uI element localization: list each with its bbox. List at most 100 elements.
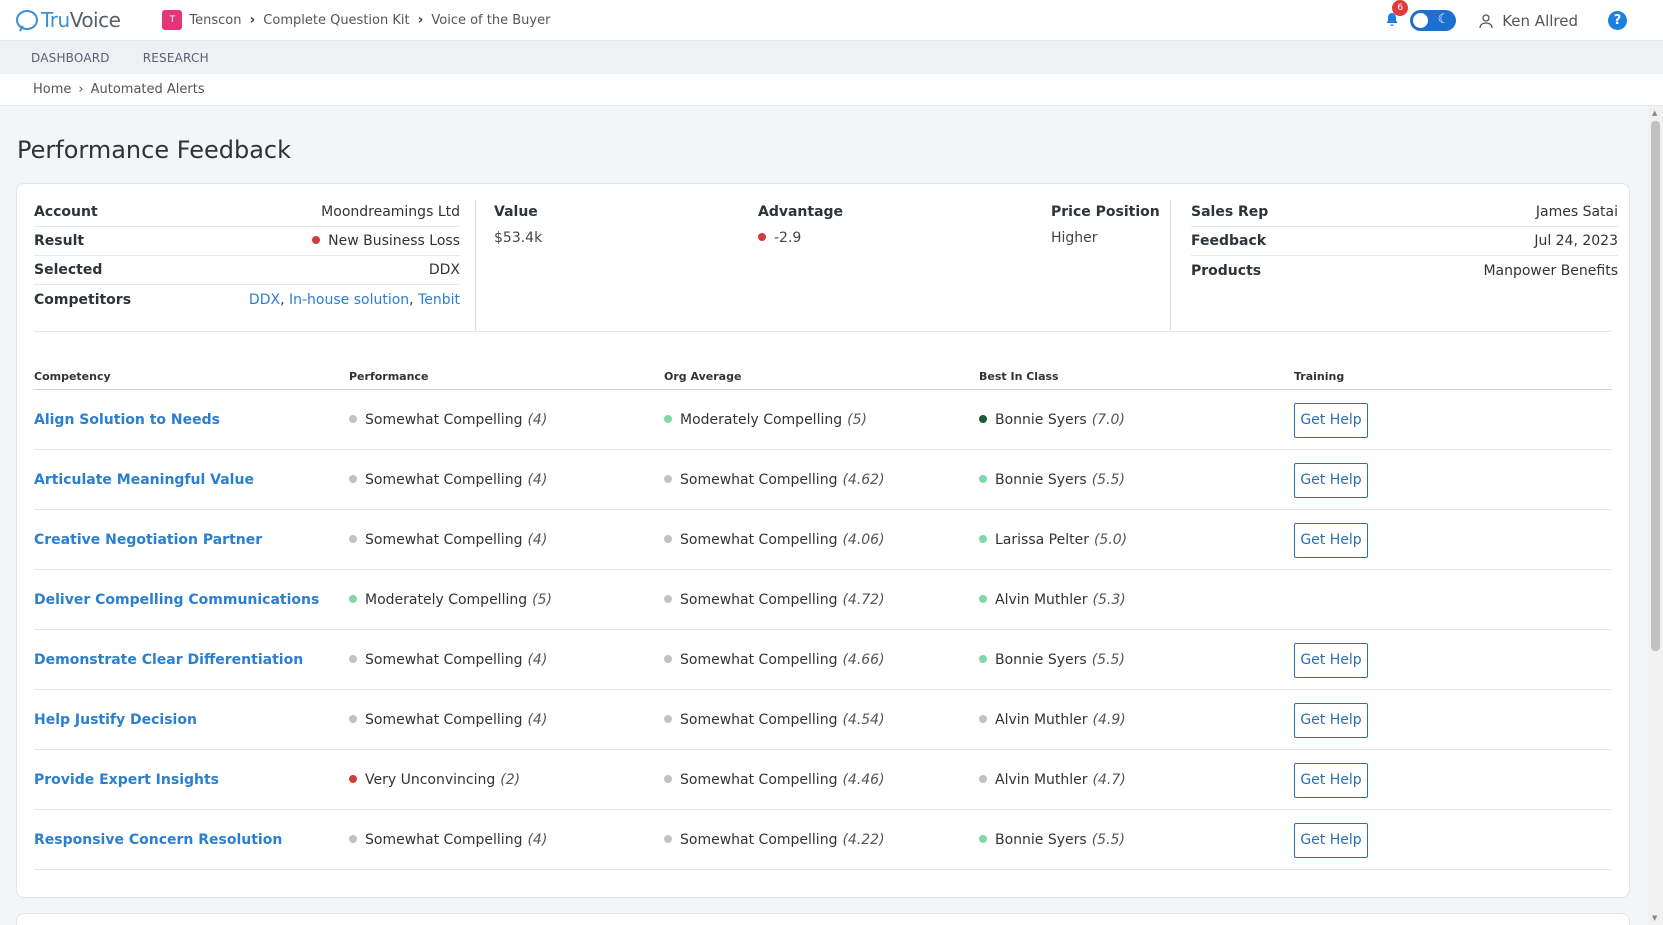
brand-name: TruVoice xyxy=(41,8,121,32)
competency-link[interactable]: Demonstrate Clear Differentiation xyxy=(34,652,303,668)
get-help-button[interactable]: Get Help xyxy=(1294,702,1368,738)
competency-link[interactable]: Creative Negotiation Partner xyxy=(34,532,262,548)
top-bar: TruVoice T Tenscon › Complete Question K… xyxy=(0,0,1663,41)
competitor-link[interactable]: Tenbit xyxy=(418,292,460,308)
sales-rep-link[interactable]: James Satai xyxy=(1536,204,1618,220)
best-in-class-name: Alvin Muthler xyxy=(995,592,1088,608)
nav-dashboard[interactable]: DASHBOARD xyxy=(31,51,110,65)
competency-cell: Articulate Meaningful Value xyxy=(34,450,254,510)
nav-research[interactable]: RESEARCH xyxy=(143,51,209,65)
scroll-thumb[interactable] xyxy=(1651,121,1660,651)
best-in-class-score: (5.3) xyxy=(1092,592,1126,608)
get-help-button[interactable]: Get Help xyxy=(1294,462,1368,498)
feedback-date-link[interactable]: Jul 24, 2023 xyxy=(1534,233,1618,249)
performance-dot xyxy=(349,835,357,843)
chevron-right-icon: › xyxy=(78,82,84,97)
advantage-value: -2.9 xyxy=(774,230,802,246)
get-help-button[interactable]: Get Help xyxy=(1294,822,1368,858)
best-in-class-cell: Bonnie Syers (7.0) xyxy=(979,390,1125,450)
performance-cell: Somewhat Compelling (4) xyxy=(349,450,547,510)
training-cell: Get Help xyxy=(1294,690,1368,750)
competency-link[interactable]: Articulate Meaningful Value xyxy=(34,472,254,488)
performance-value: Somewhat Compelling xyxy=(365,832,523,848)
deal-info: Account Moondreamings Ltd Result New Bus… xyxy=(34,198,460,314)
org-average-dot xyxy=(664,775,672,783)
performance-value: Somewhat Compelling xyxy=(365,412,523,428)
org-average-cell: Somewhat Compelling (4.62) xyxy=(664,450,885,510)
best-in-class-cell: Alvin Muthler (4.7) xyxy=(979,750,1126,810)
performance-value: Very Unconvincing xyxy=(365,772,496,788)
account-value: Moondreamings Ltd xyxy=(321,204,460,220)
performance-score: (5) xyxy=(532,592,552,608)
chevron-right-icon: › xyxy=(249,12,256,28)
org-average-dot xyxy=(664,835,672,843)
crumb-kit[interactable]: Complete Question Kit xyxy=(263,13,409,28)
performance-cell: Somewhat Compelling (4) xyxy=(349,630,547,690)
value-metric: Value $53.4k xyxy=(494,204,542,246)
main-nav: DASHBOARD RESEARCH xyxy=(0,41,1663,74)
table-row: Creative Negotiation Partner Somewhat Com… xyxy=(34,510,1612,570)
speech-bubble-icon xyxy=(16,10,38,30)
org-average-score: (4.62) xyxy=(842,472,885,488)
org-average-value: Somewhat Compelling xyxy=(680,592,838,608)
training-cell: Get Help xyxy=(1294,510,1368,570)
competency-link[interactable]: Deliver Compelling Communications xyxy=(34,592,319,608)
breadcrumb-home[interactable]: Home xyxy=(33,82,71,97)
scrollbar[interactable]: ▲ ▼ xyxy=(1648,106,1663,925)
performance-value: Moderately Compelling xyxy=(365,592,528,608)
crumb-voice[interactable]: Voice of the Buyer xyxy=(431,13,550,28)
competency-link[interactable]: Help Justify Decision xyxy=(34,712,197,728)
user-icon xyxy=(1479,13,1493,28)
notification-bell[interactable]: 6 xyxy=(1384,0,1409,30)
training-cell: Get Help xyxy=(1294,390,1368,450)
table-row: Provide Expert Insights Very Unconvincing… xyxy=(34,750,1612,810)
training-cell: Get Help xyxy=(1294,810,1368,870)
competitor-link[interactable]: In-house solution xyxy=(289,292,409,308)
competitors-label: Competitors xyxy=(34,291,132,308)
competency-cell: Help Justify Decision xyxy=(34,690,197,750)
user-menu[interactable]: Ken Allred xyxy=(1478,12,1578,30)
products-value: Manpower Benefits xyxy=(1483,262,1618,279)
notification-count: 6 xyxy=(1392,0,1409,16)
org-average-cell: Somewhat Compelling (4.06) xyxy=(664,510,885,570)
best-in-class-dot xyxy=(979,835,987,843)
get-help-button[interactable]: Get Help xyxy=(1294,402,1368,438)
price-position-metric: Price Position Higher xyxy=(1051,204,1160,246)
value-value: $53.4k xyxy=(494,230,543,246)
divider xyxy=(475,200,476,330)
best-in-class-score: (5.5) xyxy=(1091,472,1125,488)
scroll-up-arrow-icon[interactable]: ▲ xyxy=(1652,109,1657,117)
competency-link[interactable]: Responsive Concern Resolution xyxy=(34,832,282,848)
help-icon[interactable]: ? xyxy=(1608,11,1627,30)
get-help-button[interactable]: Get Help xyxy=(1294,522,1368,558)
org-average-value: Somewhat Compelling xyxy=(680,532,838,548)
org-average-cell: Somewhat Compelling (4.22) xyxy=(664,810,885,870)
best-in-class-score: (5.5) xyxy=(1091,652,1125,668)
get-help-button[interactable]: Get Help xyxy=(1294,642,1368,678)
performance-score: (4) xyxy=(527,472,548,488)
dark-mode-toggle[interactable]: ☾ xyxy=(1410,10,1457,31)
competency-link[interactable]: Provide Expert Insights xyxy=(34,772,219,788)
performance-score: (4) xyxy=(527,832,548,848)
rep-info: Sales Rep James Satai Feedback Jul 24, 2… xyxy=(1191,198,1618,285)
sales-rep-row: Sales Rep James Satai xyxy=(1191,198,1618,227)
get-help-button[interactable]: Get Help xyxy=(1294,762,1368,798)
best-in-class-dot xyxy=(979,655,987,663)
performance-cell: Very Unconvincing (2) xyxy=(349,750,520,810)
next-card xyxy=(16,913,1630,925)
best-in-class-name: Alvin Muthler xyxy=(995,772,1088,788)
table-row: Articulate Meaningful Value Somewhat Comp… xyxy=(34,450,1612,510)
best-in-class-dot xyxy=(979,475,987,483)
competitor-link[interactable]: DDX xyxy=(249,292,280,308)
header-best-in-class: Best In Class xyxy=(979,370,1059,383)
performance-dot xyxy=(349,715,357,723)
org-average-value: Somewhat Compelling xyxy=(680,472,838,488)
competency-cell: Demonstrate Clear Differentiation xyxy=(34,630,303,690)
competency-link[interactable]: Align Solution to Needs xyxy=(34,412,220,428)
competency-cell: Provide Expert Insights xyxy=(34,750,219,810)
org-average-dot xyxy=(664,415,672,423)
truvoice-logo[interactable]: TruVoice xyxy=(16,8,121,32)
performance-score: (4) xyxy=(527,652,548,668)
scroll-down-arrow-icon[interactable]: ▼ xyxy=(1652,914,1657,922)
crumb-tenant[interactable]: Tenscon xyxy=(189,13,241,28)
